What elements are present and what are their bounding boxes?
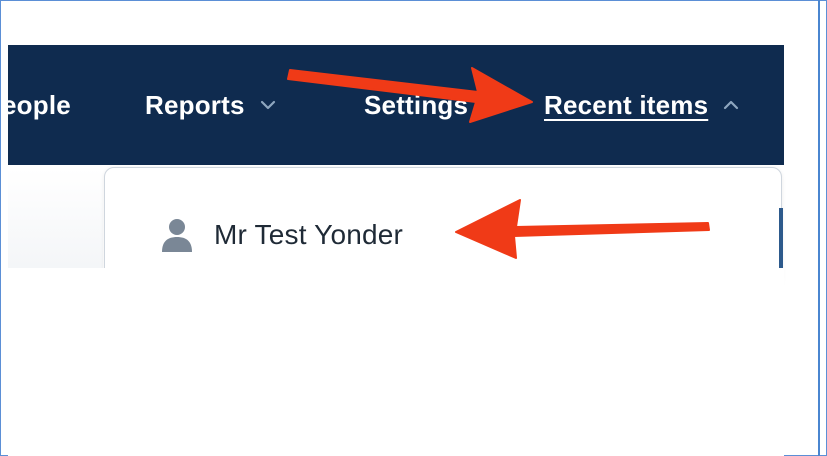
nav-item-people-label: eople xyxy=(8,89,71,120)
nav-item-recent-items-label: Recent items xyxy=(544,89,709,120)
nav-item-reports[interactable]: Reports xyxy=(145,45,277,165)
frame-right-edge xyxy=(818,0,820,456)
recent-item-label: Mr Test Yonder xyxy=(214,219,404,250)
page-background-left xyxy=(8,168,103,268)
chevron-down-icon xyxy=(259,98,277,112)
nav-item-settings[interactable]: Settings xyxy=(364,45,468,165)
chevron-up-icon xyxy=(722,98,740,112)
person-icon xyxy=(160,217,194,253)
top-navigation-bar: eople Reports Settings Recent items xyxy=(8,45,784,165)
cropped-area xyxy=(8,268,784,456)
nav-item-people[interactable]: eople xyxy=(8,45,71,165)
nav-item-reports-label: Reports xyxy=(145,89,245,120)
nav-item-settings-label: Settings xyxy=(364,89,469,120)
page-edge-strip xyxy=(779,208,783,268)
recent-item-link[interactable]: Mr Test Yonder xyxy=(160,212,403,258)
nav-item-recent-items[interactable]: Recent items xyxy=(544,45,740,165)
